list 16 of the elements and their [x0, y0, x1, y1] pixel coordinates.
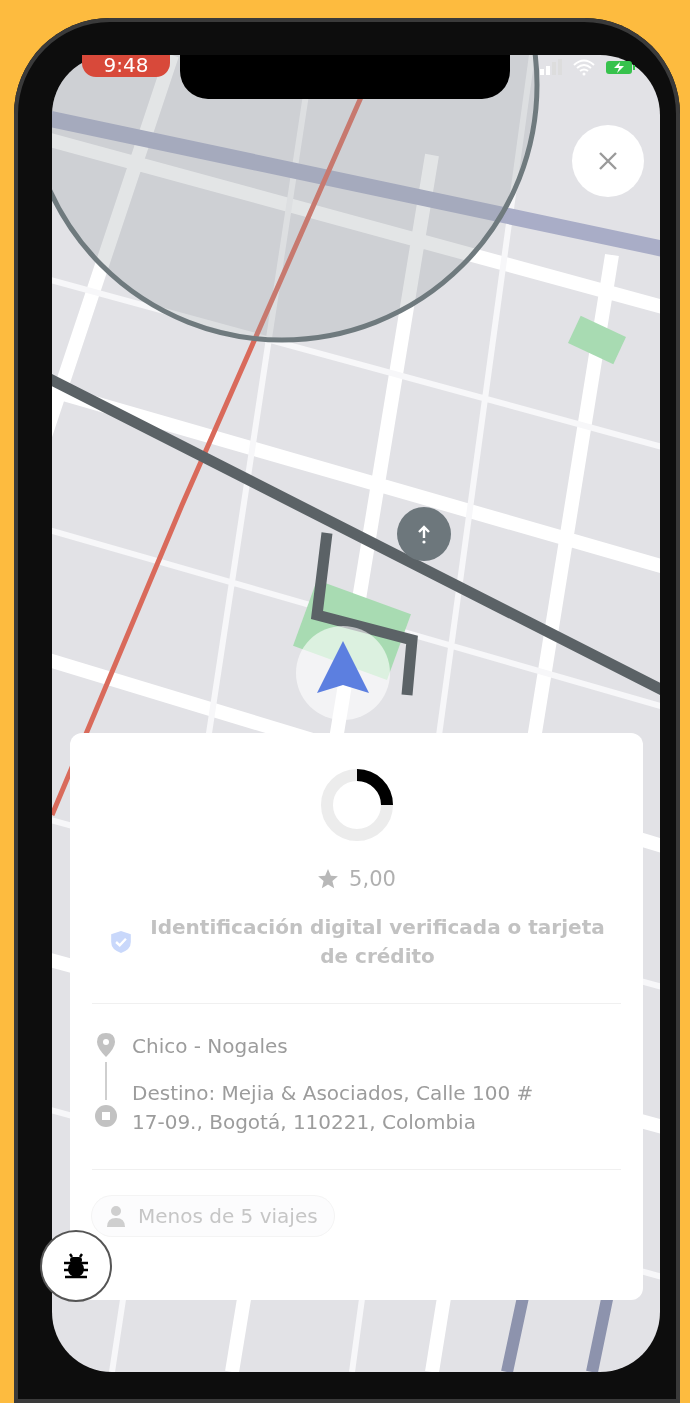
battery-icon	[606, 61, 635, 74]
signal-icon	[540, 59, 562, 75]
destination-address: Destino: Mejia & Asociados, Calle 100 # 17-09., Bogotá, 110221, Colombia	[132, 1080, 535, 1136]
person-icon	[106, 1205, 126, 1227]
rating-value: 5,00	[349, 867, 396, 891]
pickup-address: Chico - Nogales	[132, 1033, 289, 1060]
bug-icon	[62, 1253, 90, 1279]
pin-icon	[96, 1032, 116, 1058]
close-icon	[598, 151, 618, 171]
wifi-icon	[573, 59, 595, 76]
shield-check-icon	[110, 930, 132, 954]
status-time: 9:48	[82, 55, 170, 77]
star-icon	[317, 868, 340, 890]
stop-icon	[94, 1104, 118, 1128]
verification-text: Identificación digital verificada o tarjeta de crédito	[149, 914, 606, 970]
route-line	[105, 1062, 107, 1100]
